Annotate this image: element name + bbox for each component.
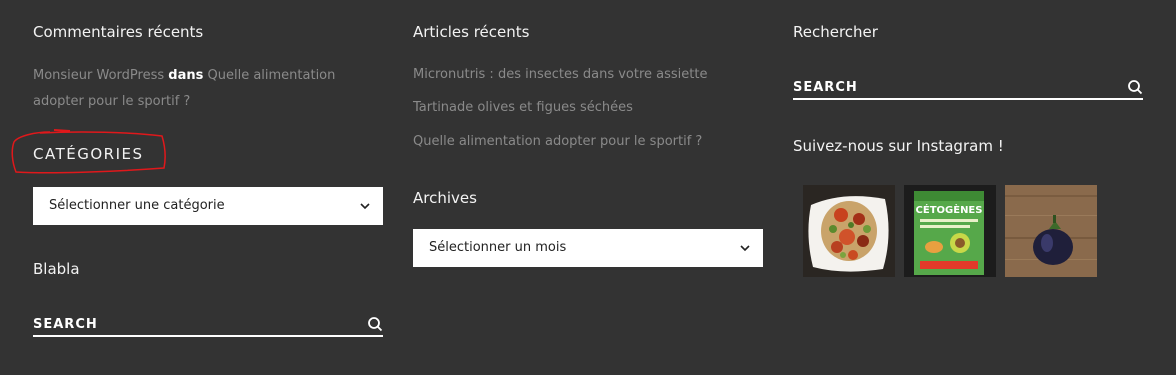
instagram-title: Suivez-nous sur Instagram !: [793, 137, 1004, 155]
category-select-value: Sélectionner une catégorie: [49, 198, 225, 213]
recent-comments-title: Commentaires récents: [33, 23, 204, 41]
chevron-down-icon: [740, 245, 750, 252]
archives-title: Archives: [413, 189, 477, 207]
recent-post-link[interactable]: Micronutris : des insectes dans votre as…: [413, 67, 707, 82]
instagram-photo-eggplant[interactable]: [1005, 185, 1097, 277]
recent-post-link[interactable]: Tartinade olives et figues séchées: [413, 100, 633, 115]
recent-post-link[interactable]: Quelle alimentation adopter pour le spor…: [413, 134, 702, 149]
search-icon[interactable]: [1127, 79, 1143, 95]
recent-posts-title: Articles récents: [413, 23, 530, 41]
blabla-title: Blabla: [33, 260, 80, 278]
book-cover-text: CÉTOGÈNES: [916, 203, 983, 216]
chevron-down-icon: [360, 203, 370, 210]
main-search-form: [793, 76, 1143, 100]
instagram-photo-salad[interactable]: [803, 185, 895, 277]
category-select[interactable]: Sélectionner une catégorie: [33, 187, 383, 225]
search-icon[interactable]: [367, 316, 383, 332]
instagram-photo-book[interactable]: CÉTOGÈNES: [904, 185, 996, 277]
archives-select-value: Sélectionner un mois: [429, 240, 567, 255]
categories-title: CATÉGORIES: [33, 145, 144, 163]
blabla-search-form: [33, 313, 383, 337]
recent-comment-item: Monsieur WordPress dans Quelle alimentat…: [33, 63, 383, 115]
comment-connector: dans: [168, 68, 204, 83]
main-search-input[interactable]: [793, 76, 1103, 99]
comment-author-link[interactable]: Monsieur WordPress: [33, 68, 164, 83]
archives-select[interactable]: Sélectionner un mois: [413, 229, 763, 267]
search-widget-title: Rechercher: [793, 23, 878, 41]
blabla-search-input[interactable]: [33, 313, 343, 336]
